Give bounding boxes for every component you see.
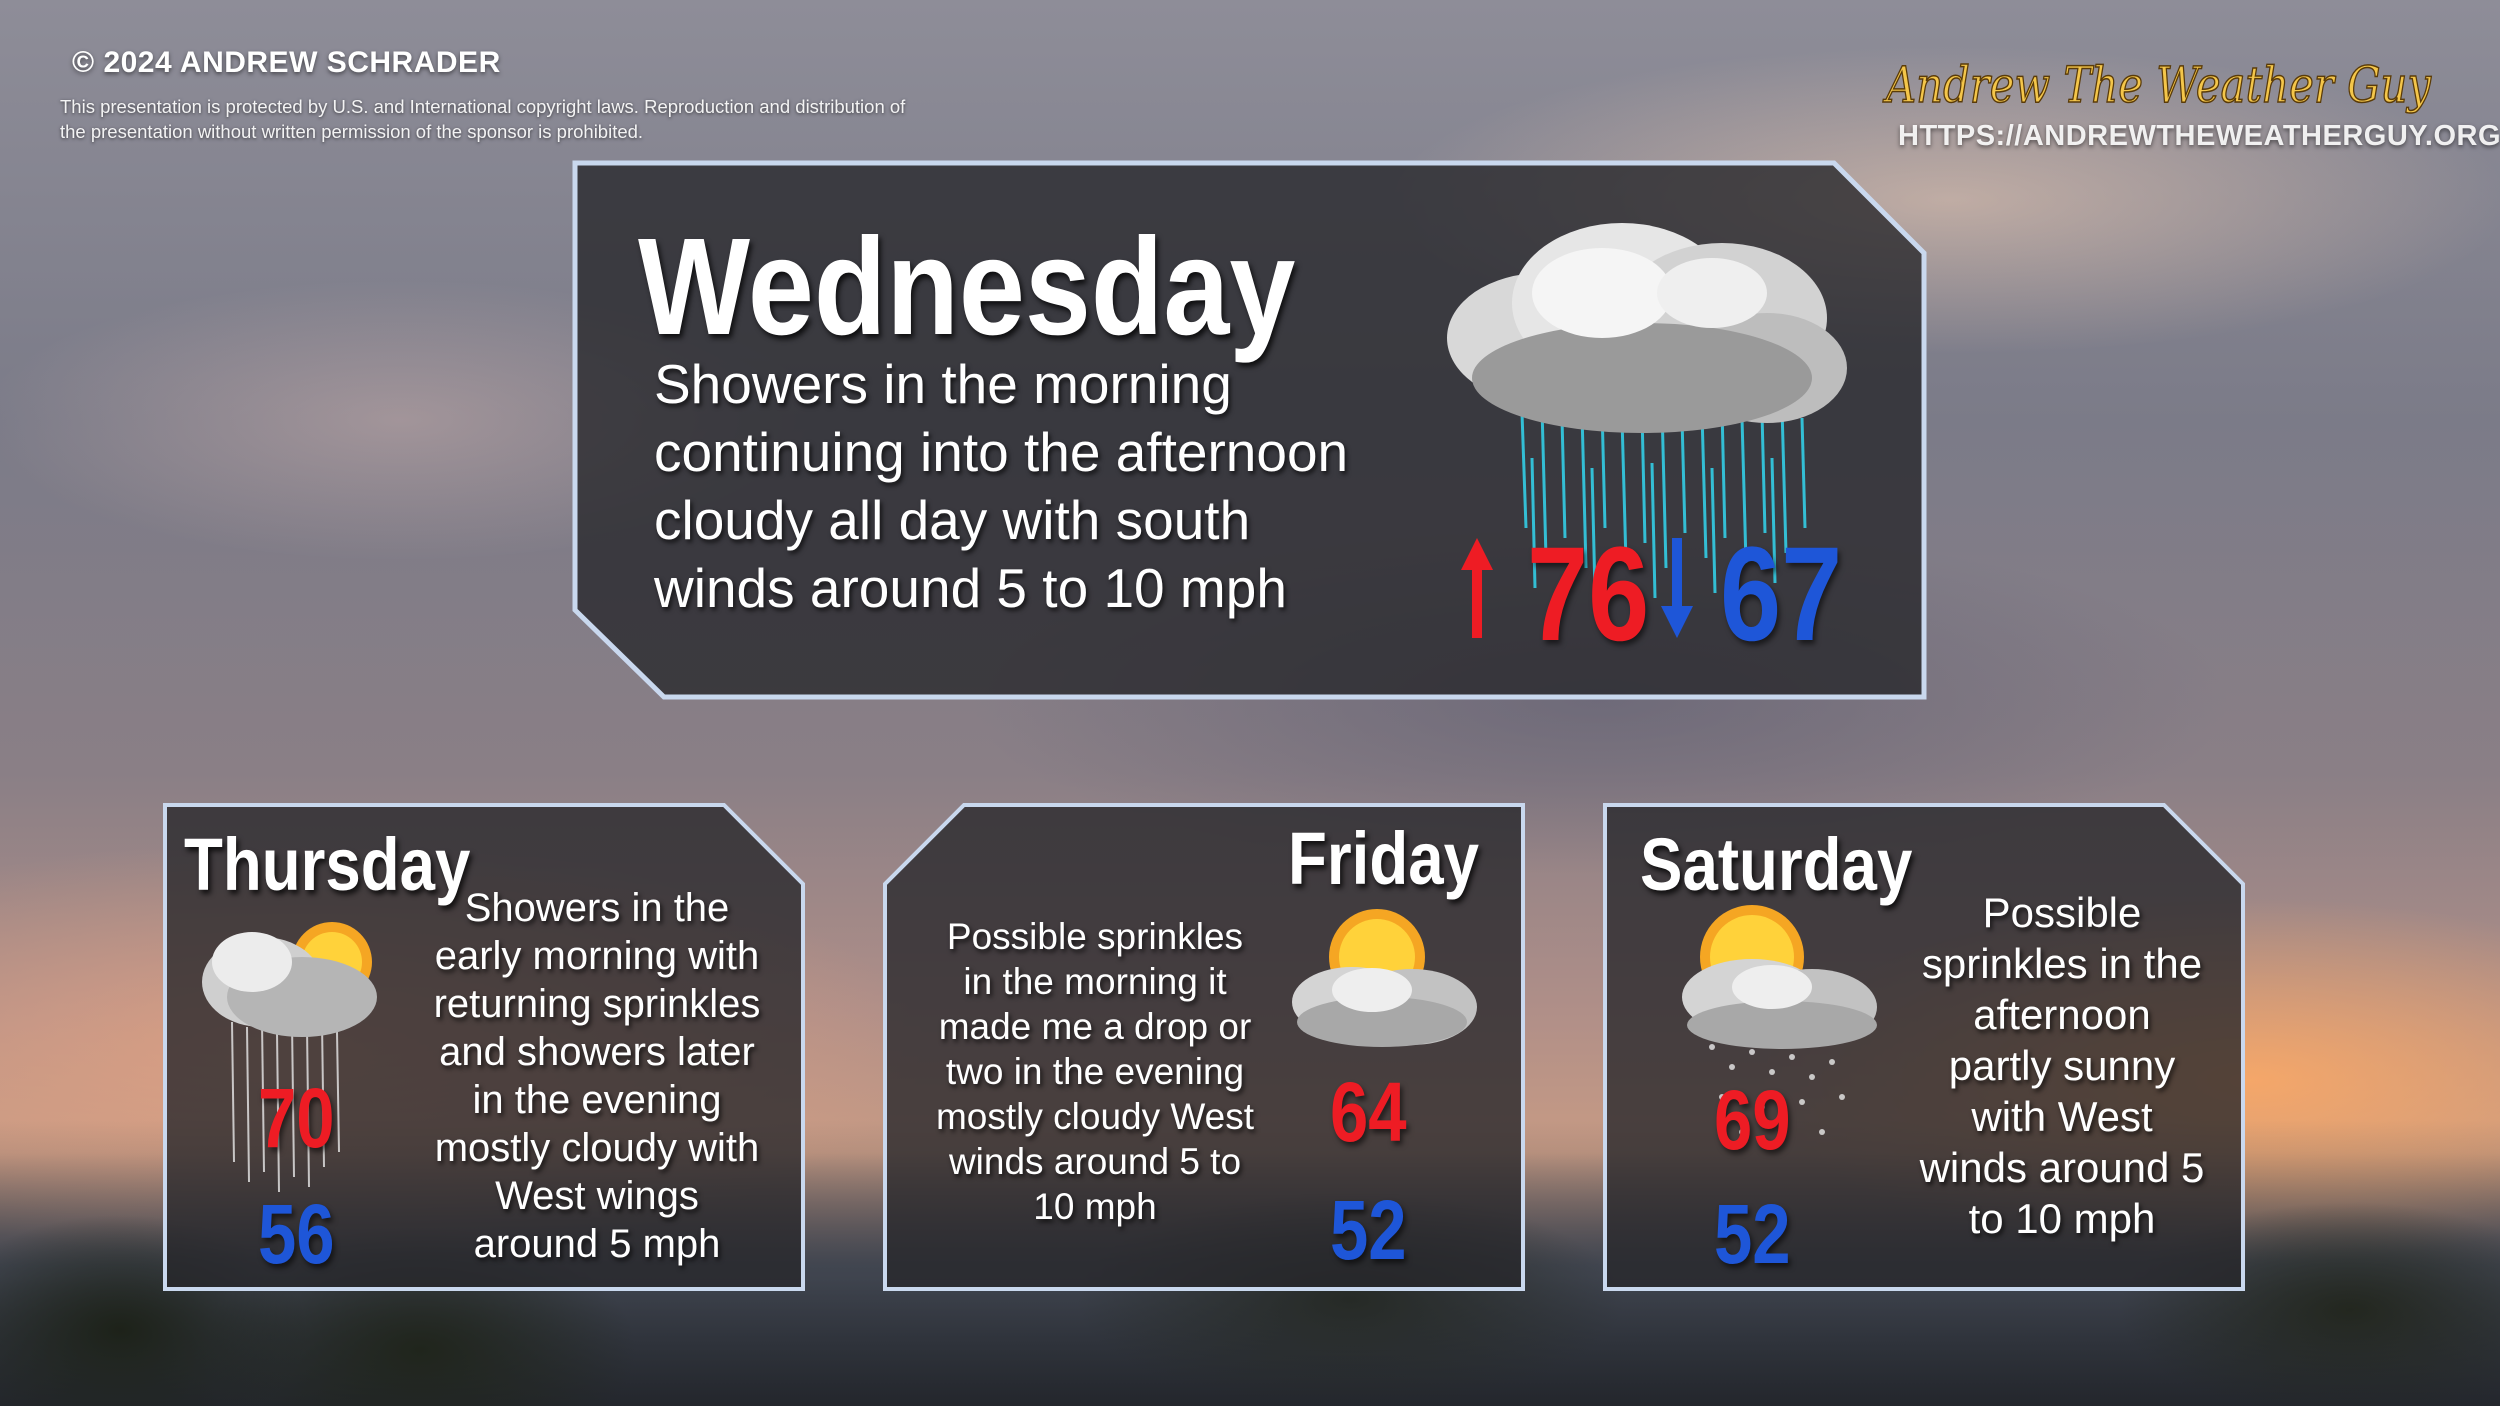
day-title: Friday — [1288, 817, 1479, 900]
legal-disclaimer: This presentation is protected by U.S. a… — [60, 94, 1040, 144]
forecast-panel-saturday: Saturday 69 52 Possible sprinkles in the… — [1602, 802, 2246, 1292]
legal-line: the presentation without written permiss… — [60, 121, 644, 142]
low-temperature: 52 — [1714, 1187, 1791, 1281]
description-line: West wings — [495, 1174, 699, 1218]
forecast-panel-wednesday: Wednesday Showers in the morning continu… — [572, 160, 1928, 700]
description-line: winds around 5 to 10 mph — [654, 557, 1287, 619]
sun-cloud-icon — [1292, 909, 1477, 1047]
low-arrow-icon — [1661, 538, 1693, 638]
forecast-description: Possible sprinkles in the afternoon part… — [1902, 887, 2222, 1244]
description-line: Showers in the — [464, 886, 730, 930]
brand-url: HTTPS://ANDREWTHEWEATHERGUY.ORG — [1898, 120, 2500, 152]
description-line: cloudy all day with south — [654, 489, 1251, 551]
description-line: Possible — [1982, 889, 2142, 936]
description-line: and showers later — [439, 1030, 755, 1074]
description-line: returning sprinkles — [433, 982, 761, 1026]
high-temperature: 64 — [1330, 1065, 1407, 1159]
description-line: partly sunny — [1948, 1042, 2176, 1089]
description-line: Showers in the morning — [654, 353, 1232, 415]
description-line: in the evening — [472, 1078, 722, 1122]
description-line: Possible sprinkles — [946, 916, 1244, 957]
day-title: Saturday — [1640, 823, 1913, 906]
forecast-panel-friday: Friday Possible sprinkles in the morning… — [882, 802, 1526, 1292]
brand-name: Andrew The Weather Guy — [1883, 56, 2432, 114]
description-line: 10 mph — [1033, 1186, 1157, 1227]
description-line: with West — [1971, 1093, 2153, 1140]
description-line: winds around 5 to — [948, 1141, 1242, 1182]
forecast-description: Showers in the morning continuing into t… — [654, 350, 1348, 622]
description-line: early morning with — [434, 934, 760, 978]
description-line: afternoon — [1973, 991, 2151, 1038]
description-line: mostly cloudy with — [434, 1126, 760, 1170]
day-title: Wednesday — [638, 210, 1296, 364]
high-arrow-icon — [1461, 538, 1493, 638]
forecast-description: Showers in the early morning with return… — [402, 884, 792, 1268]
description-line: made me a drop or — [938, 1006, 1252, 1047]
forecast-panel-thursday: Thursday 70 56 Showers in the early morn… — [162, 802, 806, 1292]
description-line: winds around 5 — [1919, 1144, 2205, 1191]
description-line: around 5 mph — [473, 1222, 721, 1266]
description-line: sprinkles in the — [1921, 940, 2203, 987]
description-line: mostly cloudy West — [935, 1096, 1255, 1137]
description-line: two in the evening — [945, 1051, 1245, 1092]
description-line: to 10 mph — [1968, 1195, 2156, 1242]
low-temperature: 67 — [1720, 520, 1843, 669]
copyright-notice: © 2024 ANDREW SCHRADER — [72, 46, 501, 79]
high-temperature: 76 — [1527, 520, 1650, 669]
low-temperature: 56 — [258, 1187, 335, 1281]
high-temperature: 69 — [1714, 1073, 1791, 1167]
low-temperature: 52 — [1330, 1183, 1407, 1277]
high-temperature: 70 — [258, 1071, 335, 1165]
brand-logo: Andrew The Weather Guy — [1882, 55, 2432, 115]
forecast-description: Possible sprinkles in the morning it mad… — [900, 914, 1290, 1229]
description-line: continuing into the afternoon — [654, 421, 1349, 483]
legal-line: This presentation is protected by U.S. a… — [60, 96, 906, 117]
description-line: in the morning it — [963, 961, 1227, 1002]
